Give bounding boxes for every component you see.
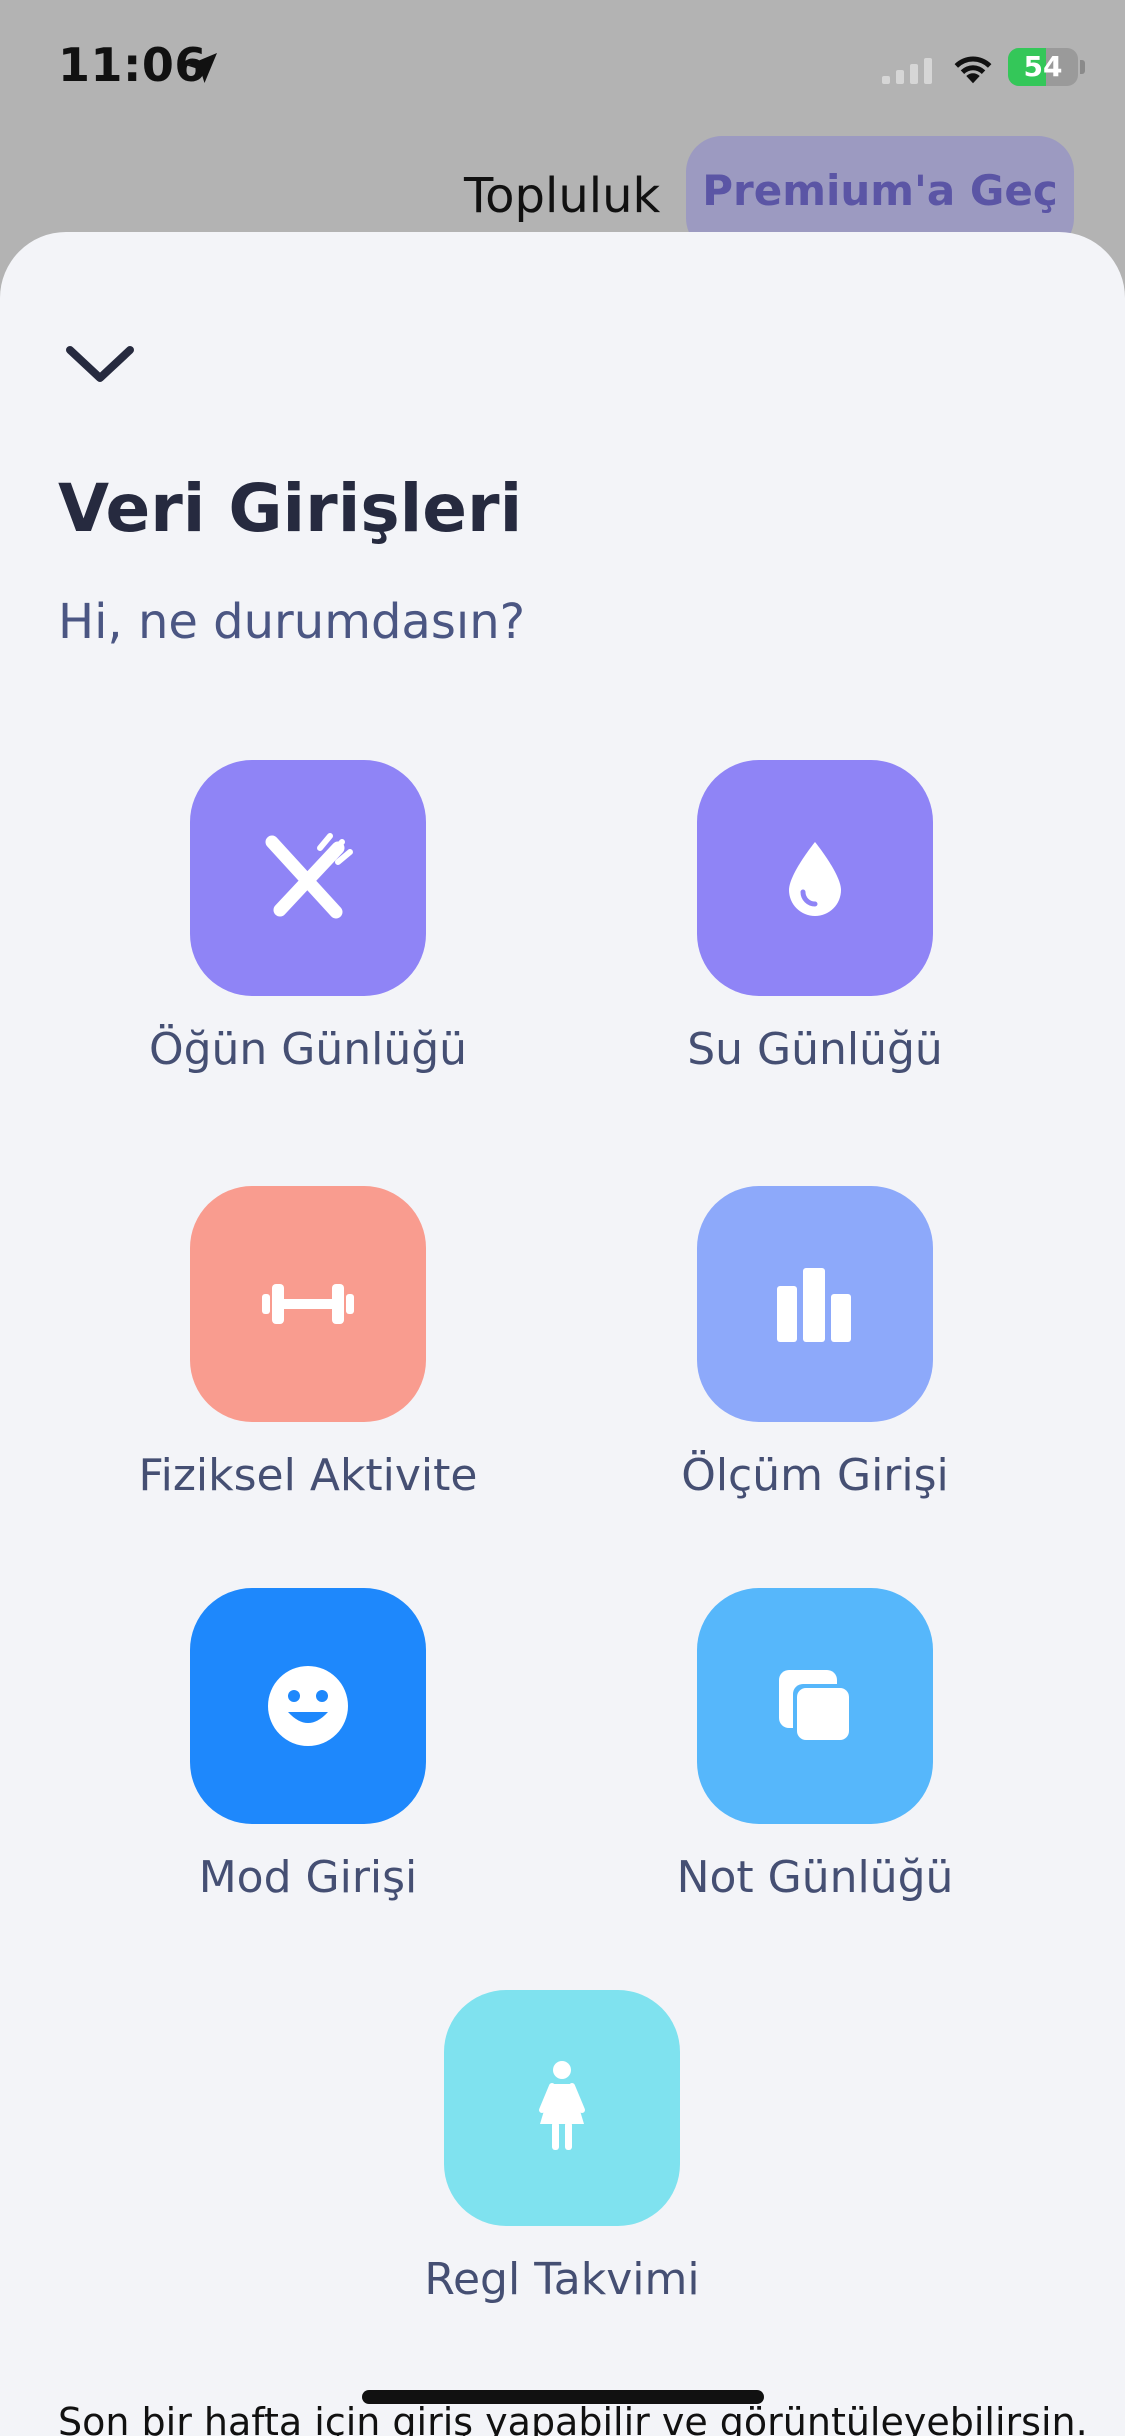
community-link[interactable]: Topluluk [464,168,660,224]
smiley-icon [268,1666,348,1746]
period-calendar-tile[interactable]: Regl Takvimi [362,1990,762,2310]
note-log-tile[interactable]: Not Günlüğü [615,1588,1015,1908]
water-drop-icon [789,842,841,916]
water-log-tile[interactable]: Su Günlüğü [615,760,1015,1080]
chevron-down-icon[interactable] [58,332,142,396]
data-entry-sheet: Veri Girişleri Hi, ne durumdasın? Öğün G… [0,232,1125,2436]
physical-activity-label: Fiziksel Aktivite [138,1450,478,1501]
battery-indicator: 54 [1008,48,1078,86]
meal-log-label: Öğün Günlüğü [148,1024,468,1075]
home-indicator [362,2390,764,2404]
mood-entry-button[interactable] [190,1588,426,1824]
note-log-button[interactable] [697,1588,933,1824]
footer-hint: Son bir hafta için giriş yapabilir ve gö… [58,2400,1088,2436]
page-subtitle: Hi, ne durumdasın? [58,594,526,650]
mood-entry-tile[interactable]: Mod Girişi [108,1588,508,1908]
measurement-entry-tile[interactable]: Ölçüm Girişi [615,1186,1015,1506]
note-log-label: Not Günlüğü [676,1852,954,1903]
measurement-entry-button[interactable] [697,1186,933,1422]
measurement-entry-label: Ölçüm Girişi [681,1450,949,1501]
cellular-signal-icon [882,58,932,84]
wifi-icon [954,56,992,84]
battery-level: 54 [1023,50,1063,83]
meal-log-button[interactable] [190,760,426,996]
period-calendar-button[interactable] [444,1990,680,2226]
water-log-button[interactable] [697,760,933,996]
battery-cap [1080,60,1085,74]
dumbbell-icon [262,1284,354,1324]
physical-activity-button[interactable] [190,1186,426,1422]
physical-activity-tile[interactable]: Fiziksel Aktivite [108,1186,508,1506]
location-arrow-icon [187,53,217,83]
meal-log-tile[interactable]: Öğün Günlüğü [108,760,508,1080]
bar-chart-icon [777,1268,851,1342]
status-bar: 11:06 54 [0,0,1125,135]
period-calendar-label: Regl Takvimi [424,2254,700,2305]
notes-icon [779,1670,851,1742]
water-log-label: Su Günlüğü [687,1024,943,1075]
utensils-icon [265,833,353,919]
mood-entry-label: Mod Girişi [198,1852,418,1903]
premium-button-label: Premium'a Geç [702,166,1058,215]
page-title: Veri Girişleri [58,470,523,547]
woman-icon [539,2061,585,2150]
